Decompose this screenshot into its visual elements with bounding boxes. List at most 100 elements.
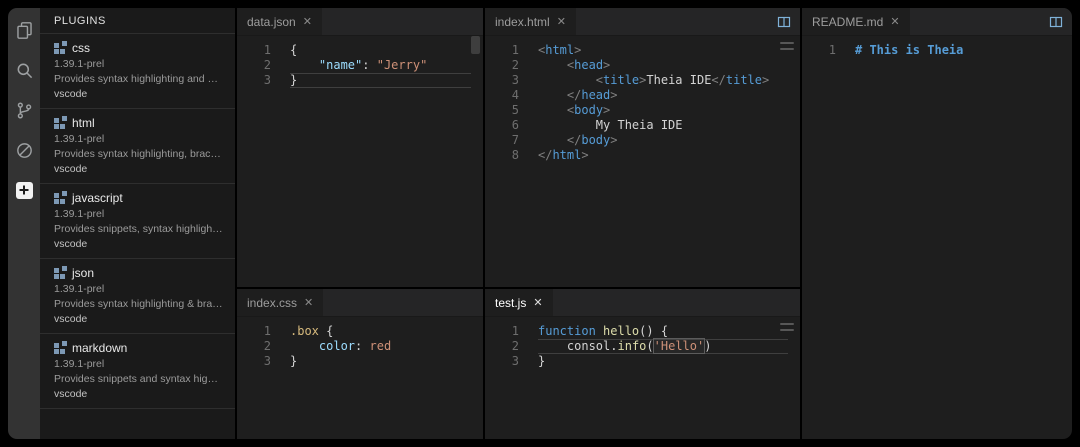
line-number: 1 [511, 43, 519, 57]
plugin-version: 1.39.1-prel [54, 58, 105, 70]
code-line: 8 </html> [485, 148, 800, 163]
plugin-description: Provides syntax highlighting, bracket ma… [54, 148, 223, 160]
source-control-button[interactable] [14, 100, 34, 120]
code-editor-index-html[interactable]: 1 <html> 2 <head> 3 <title>Theia IDE</title… [485, 36, 800, 287]
plugin-description: Provides syntax highlighting and bracket… [54, 73, 223, 85]
code-editor-data-json[interactable]: 1 {2 "name": "Jerry" 3} [237, 36, 483, 287]
tab-close-icon[interactable]: ✕ [890, 15, 899, 28]
line-number: 3 [511, 354, 519, 368]
search-button[interactable] [14, 60, 34, 80]
code-line-content: "name": "Jerry" [318, 58, 428, 72]
scrollbar-thumb[interactable] [471, 36, 480, 54]
code-line-content: } [290, 354, 298, 368]
line-number: 2 [263, 339, 271, 353]
plugin-version: 1.39.1-prel [54, 283, 105, 295]
overview-ruler-mark [780, 329, 794, 331]
tab-index-css[interactable]: index.css ✕ [237, 289, 324, 316]
line-number: 4 [511, 88, 519, 102]
explorer-button[interactable] [14, 20, 34, 40]
git-branch-icon [15, 101, 34, 120]
code-line: 2 <head> [485, 58, 800, 73]
plugin-version: 1.39.1-prel [54, 358, 105, 370]
tab-close-icon[interactable]: ✕ [533, 296, 542, 309]
files-icon [15, 21, 34, 40]
plugin-icon [54, 116, 67, 129]
code-line: 3} [485, 354, 800, 369]
plugin-list-item[interactable]: json 1.39.1-prel Provides syntax highlight… [40, 259, 235, 334]
code-line-content: </head> [566, 88, 618, 102]
line-number: 1 [263, 43, 271, 57]
code-line: 1 # This is Theia [802, 43, 1072, 58]
code-line: 5 <body> [485, 103, 800, 118]
plugin-list-item[interactable]: javascript 1.39.1-prel Provides snippets, … [40, 184, 235, 259]
code-line-content: function hello() { [538, 324, 669, 338]
debug-button[interactable] [14, 140, 34, 160]
tab-close-icon[interactable]: ✕ [303, 15, 312, 28]
editor-column-1: data.json ✕ 1{2 "name": "Jerry" 3} index.… [237, 8, 483, 439]
editor-area: data.json ✕ 1{2 "name": "Jerry" 3} index.… [235, 8, 1072, 439]
code-line: 6 My Theia IDE [485, 118, 800, 133]
editor-pane-index-html: index.html ✕ 1 <html> 2 <head> 3 <title>The… [485, 8, 800, 287]
tab-data-json[interactable]: data.json ✕ [237, 8, 322, 35]
tab-label: index.css [247, 295, 298, 310]
plugin-version: 1.39.1-prel [54, 208, 105, 220]
plugin-publisher: vscode [54, 88, 88, 100]
plugin-list: css 1.39.1-prel Provides syntax highlighti… [40, 34, 235, 409]
plugin-list-item[interactable]: markdown 1.39.1-prel Provides snippets and… [40, 334, 235, 409]
tab-label: data.json [247, 14, 296, 29]
code-line: 3} [237, 354, 483, 369]
split-editor-icon[interactable] [776, 14, 792, 30]
plugin-list-item[interactable]: html 1.39.1-prel Provides syntax highlight… [40, 109, 235, 184]
line-number: 5 [511, 103, 519, 117]
overview-ruler-mark [780, 48, 794, 50]
tab-close-icon[interactable]: ✕ [557, 15, 566, 28]
tab-readme-md[interactable]: README.md ✕ [802, 8, 910, 35]
line-number: 6 [511, 118, 519, 132]
theia-ide-frame: PLUGINS css 1.39.1-prel Provides syntax hi… [8, 8, 1072, 439]
code-line-content: color: red [318, 339, 392, 353]
plugin-description: Provides snippets, syntax highlighting, … [54, 223, 223, 235]
split-editor-icon[interactable] [1048, 14, 1064, 30]
plugin-publisher: vscode [54, 313, 88, 325]
line-number: 2 [511, 58, 519, 72]
plugins-sidebar: PLUGINS css 1.39.1-prel Provides syntax hi… [40, 8, 235, 439]
plugin-name: markdown [72, 341, 128, 355]
plugin-publisher: vscode [54, 388, 88, 400]
code-line-content: } [538, 354, 546, 368]
line-number: 2 [263, 58, 271, 72]
tab-label: README.md [812, 14, 884, 29]
tab-label: index.html [495, 14, 550, 29]
plugin-name: css [72, 41, 90, 55]
plugin-name: json [72, 266, 95, 280]
editor-pane-readme-md: README.md ✕ 1 # This is Theia [802, 8, 1072, 439]
line-number: 7 [511, 133, 519, 147]
tab-close-icon[interactable]: ✕ [304, 296, 313, 309]
code-line-content: </html> [538, 148, 589, 162]
code-line-content: My Theia IDE [538, 118, 683, 132]
search-icon [15, 61, 34, 80]
code-line: 3} [237, 73, 483, 88]
plugin-name: html [72, 116, 95, 130]
plugin-description: Provides snippets and syntax highlightin… [54, 373, 223, 385]
code-line-content: { [290, 43, 298, 57]
editor-pane-index-css: index.css ✕ 1 .box {2 color: red 3} [237, 289, 483, 439]
code-line: 1 .box { [237, 324, 483, 339]
editor-pane-test-js: test.js ✕ 1 function hello() {2 consol.in… [485, 289, 800, 439]
line-number: 1 [511, 324, 519, 338]
code-editor-index-css[interactable]: 1 .box {2 color: red 3} [237, 317, 483, 439]
code-editor-readme-md[interactable]: 1 # This is Theia [802, 36, 1072, 439]
tab-test-js[interactable]: test.js ✕ [485, 289, 553, 316]
plugin-list-item[interactable]: css 1.39.1-prel Provides syntax highlighti… [40, 34, 235, 109]
code-editor-test-js[interactable]: 1 function hello() {2 consol.info('Hello'… [485, 317, 800, 439]
plugin-icon [54, 266, 67, 279]
plugin-publisher: vscode [54, 238, 88, 250]
plugin-description: Provides syntax highlighting & bracket m… [54, 298, 223, 310]
line-number: 3 [263, 73, 271, 87]
plugin-version: 1.39.1-prel [54, 133, 105, 145]
tabbar: test.js ✕ [485, 289, 800, 317]
tab-index-html[interactable]: index.html ✕ [485, 8, 576, 35]
debug-disabled-icon [15, 141, 34, 160]
plugins-button[interactable] [14, 180, 34, 200]
code-line-content: <title>Theia IDE</title> [595, 73, 770, 87]
code-line-content: consol.info('Hello') [538, 338, 788, 354]
